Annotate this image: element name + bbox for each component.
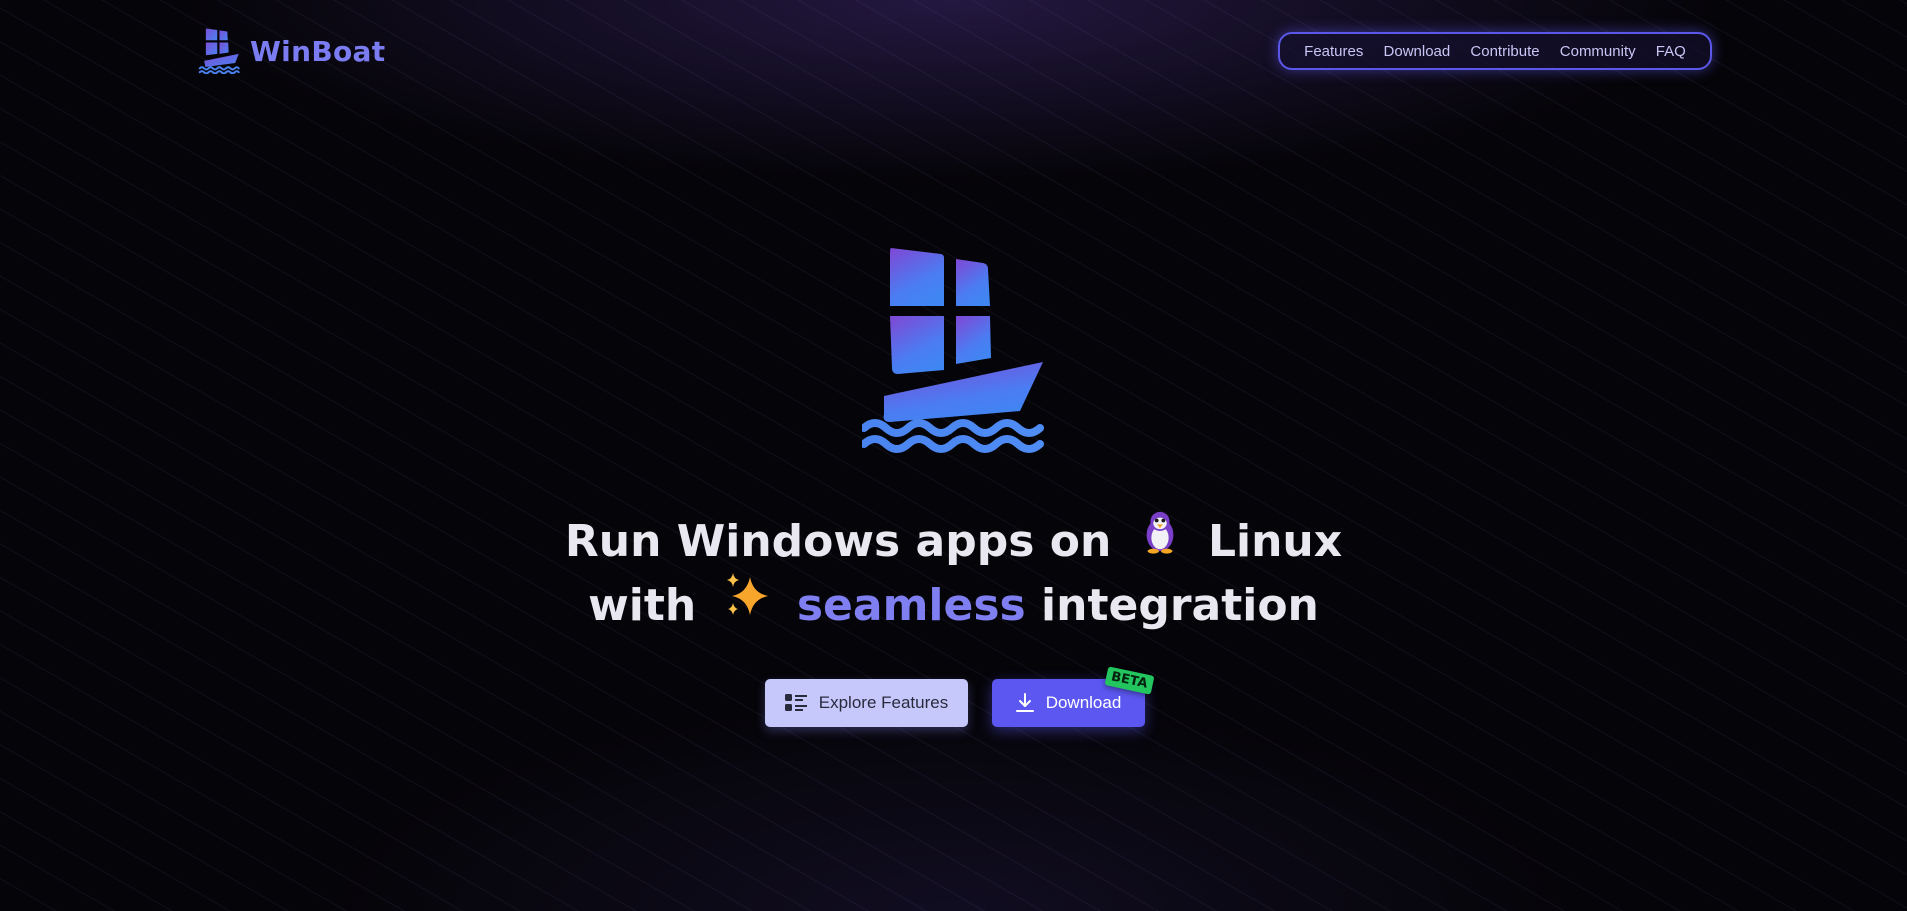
nav-item-download[interactable]: Download (1384, 43, 1451, 60)
sparkles-icon (722, 573, 772, 641)
download-icon (1015, 693, 1034, 712)
nav-item-community[interactable]: Community (1560, 43, 1636, 60)
penguin-icon (1137, 511, 1183, 575)
page: WinBoat Features Download Contribute Com… (0, 0, 1907, 911)
brand-link[interactable]: WinBoat (198, 28, 385, 74)
headline-text-part3: with (588, 580, 697, 631)
headline-text-part1: Run Windows apps on (564, 516, 1112, 567)
nav-item-faq[interactable]: FAQ (1656, 43, 1686, 60)
top-nav: Features Download Contribute Community F… (1278, 32, 1712, 70)
brand-name: WinBoat (250, 34, 386, 68)
winboat-ship-icon (862, 248, 1044, 453)
headline-line-1: Run Windows apps on Linux (0, 511, 1907, 575)
winboat-ship-icon (198, 28, 240, 74)
hero-headline: Run Windows apps on Linux with seamless … (0, 511, 1907, 641)
nav-item-contribute[interactable]: Contribute (1470, 43, 1539, 60)
explore-features-button[interactable]: Explore Features (765, 679, 968, 727)
explore-features-label: Explore Features (818, 693, 949, 712)
headline-text-part2: Linux (1207, 516, 1343, 567)
nav-item-features[interactable]: Features (1304, 43, 1363, 60)
list-icon (784, 694, 807, 711)
background-stripes (0, 0, 1907, 911)
download-label: Download (1045, 693, 1122, 712)
headline-text-part4: integration (1041, 580, 1319, 631)
headline-line-2: with seamless integration (0, 573, 1907, 641)
headline-accent-word: seamless (796, 580, 1026, 631)
